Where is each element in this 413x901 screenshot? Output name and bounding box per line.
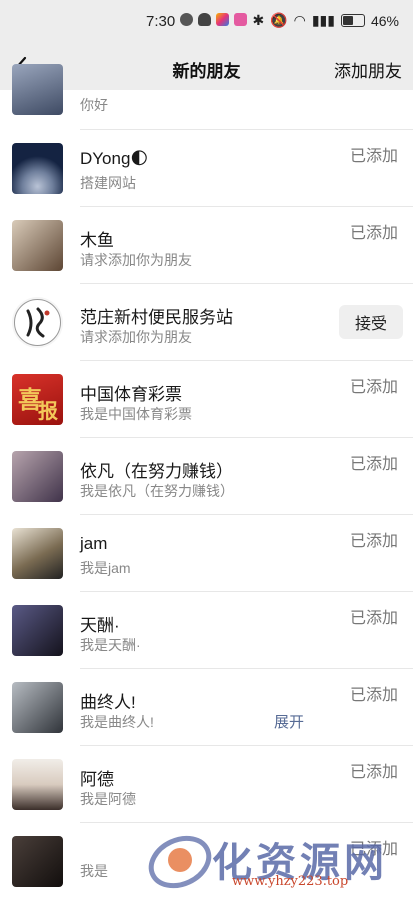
avatar: 喜 报: [12, 374, 63, 425]
friend-message: 我是: [80, 863, 108, 879]
notification-icons: [180, 13, 247, 26]
bluetooth-icon: ✱: [252, 12, 265, 28]
list-item[interactable]: 依凡（在努力赚钱） 我是依凡（在努力赚钱） 已添加: [0, 438, 413, 515]
status-time: 7:30: [146, 13, 176, 30]
friend-name: DYong🌓: [80, 149, 149, 168]
avatar: [12, 220, 63, 271]
list-item[interactable]: 木鱼 请求添加你为朋友 已添加: [0, 207, 413, 284]
friend-name: jam: [80, 534, 108, 553]
friend-name: 天酬·: [80, 616, 120, 635]
list-item[interactable]: DYong🌓 搭建网站 已添加: [0, 130, 413, 207]
signal-icon: ▮▮▮: [311, 12, 335, 28]
friend-message: 我是阿德: [80, 791, 136, 807]
list-item[interactable]: 阿德 我是阿德 已添加: [0, 746, 413, 823]
list-item[interactable]: 范庄新村便民服务站 请求添加你为朋友 接受: [0, 284, 413, 361]
battery-percent: 46%: [370, 12, 399, 29]
list-item[interactable]: 我是 已添加: [0, 823, 413, 900]
avatar: [12, 297, 63, 348]
friend-message: 我是依凡（在努力赚钱）: [80, 483, 234, 499]
added-status: 已添加: [349, 841, 398, 858]
bell-icon: [198, 13, 211, 26]
added-status: 已添加: [349, 379, 398, 396]
friend-message: 搭建网站: [80, 175, 136, 191]
list-item[interactable]: 你好: [0, 53, 413, 130]
friend-name: 中国体育彩票: [80, 385, 182, 404]
added-status: 已添加: [349, 456, 398, 473]
avatar: [12, 528, 63, 579]
friend-name: 阿德: [80, 770, 114, 789]
list-item[interactable]: 曲终人! 我是曲终人! 展开 已添加: [0, 669, 413, 746]
org-logo-icon: [14, 299, 61, 346]
avatar: [12, 451, 63, 502]
list-item[interactable]: jam 我是jam 已添加: [0, 515, 413, 592]
added-status: 已添加: [349, 610, 398, 627]
friend-message: 我是jam: [80, 560, 131, 576]
added-status: 已添加: [349, 225, 398, 242]
avatar: [12, 64, 63, 115]
list-item[interactable]: 喜 报 中国体育彩票 我是中国体育彩票 已添加: [0, 361, 413, 438]
friend-message: 我是曲终人!: [80, 714, 154, 730]
added-status: 已添加: [349, 533, 398, 550]
friend-name: 木鱼: [80, 231, 114, 250]
friend-name: 曲终人!: [80, 693, 136, 712]
status-bar: 7:30 ✱ 🔕 ◠ ▮▮▮ 46%: [0, 0, 413, 44]
app-icon-pink: [234, 13, 247, 26]
accept-button[interactable]: 接受: [339, 305, 403, 339]
battery-icon: [340, 14, 365, 27]
friend-message: 我是中国体育彩票: [80, 406, 192, 422]
mute-icon: 🔕: [270, 12, 288, 28]
added-status: 已添加: [349, 764, 398, 781]
wifi-icon: ◠: [293, 12, 306, 28]
added-status: 已添加: [349, 687, 398, 704]
friend-message: 我是天酬·: [80, 637, 141, 653]
friend-message: 请求添加你为朋友: [80, 329, 192, 345]
avatar: [12, 605, 63, 656]
lottery-logo-icon: 喜 报: [18, 385, 58, 423]
expand-link[interactable]: 展开: [274, 711, 304, 732]
friend-message: 请求添加你为朋友: [80, 252, 192, 268]
app-icon-colorful: [216, 13, 229, 26]
wechat-notify-icon: [180, 13, 193, 26]
svg-text:报: 报: [38, 399, 58, 423]
avatar: [12, 759, 63, 810]
friend-name: 依凡（在努力赚钱）: [80, 462, 233, 481]
avatar: [12, 143, 63, 194]
list-item[interactable]: 天酬· 我是天酬· 已添加: [0, 592, 413, 669]
avatar: [12, 682, 63, 733]
added-status: 已添加: [349, 148, 398, 165]
friend-message: 你好: [80, 97, 108, 113]
avatar: [12, 836, 63, 887]
status-right: ✱ 🔕 ◠ ▮▮▮ 46%: [252, 12, 399, 29]
friend-name: 范庄新村便民服务站: [80, 308, 233, 327]
